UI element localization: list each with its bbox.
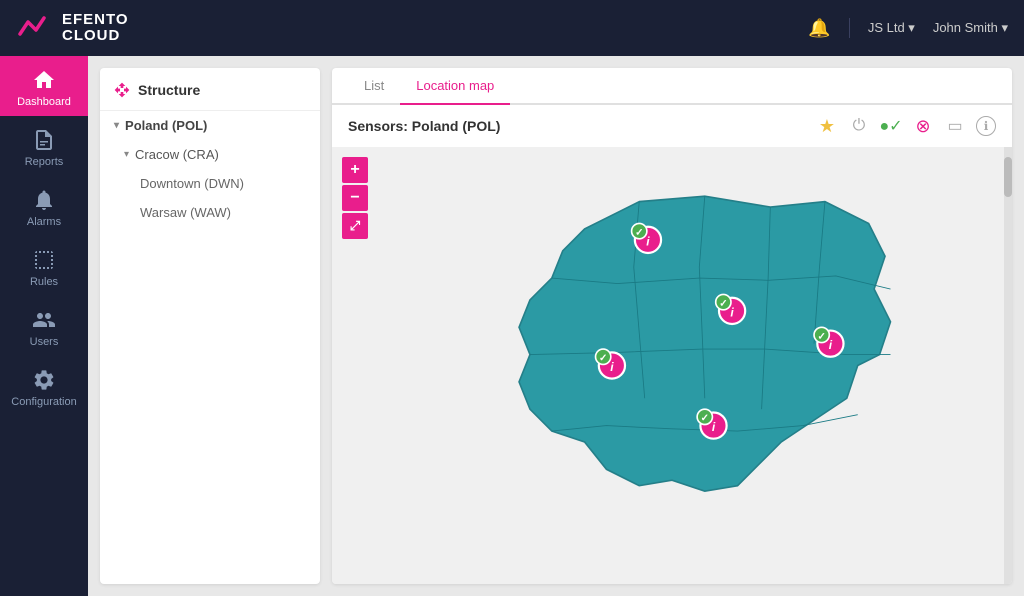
tree-item-downtown[interactable]: Downtown (DWN) — [100, 169, 320, 198]
sidebar-item-alarms[interactable]: Alarms — [0, 176, 88, 236]
map-toolbar: Sensors: Poland (POL) ★ ⏻ ●✓ ⊗ ▭ ℹ — [332, 105, 1012, 147]
structure-header: Structure — [100, 82, 320, 111]
nav-divider — [849, 18, 850, 38]
sidebar-label-dashboard: Dashboard — [17, 96, 71, 108]
config-icon — [32, 368, 56, 392]
home-icon — [32, 68, 56, 92]
power-icon[interactable]: ⏻ — [848, 115, 870, 137]
sidebar-item-reports[interactable]: Reports — [0, 116, 88, 176]
scroll-track[interactable] — [1004, 147, 1012, 584]
svg-text:✓: ✓ — [818, 331, 826, 342]
zoom-in-button[interactable]: + — [342, 157, 368, 183]
tree-label-cracow: Cracow (CRA) — [135, 147, 219, 162]
map-title: Sensors: Poland (POL) — [348, 118, 500, 134]
map-controls: + − ⤢ — [342, 157, 368, 239]
sidebar-label-users: Users — [30, 336, 59, 348]
zoom-reset-button[interactable]: ⤢ — [342, 213, 368, 239]
svg-text:✓: ✓ — [599, 353, 607, 364]
sidebar-item-configuration[interactable]: Configuration — [0, 356, 88, 416]
map-container[interactable]: + − ⤢ — [332, 147, 1012, 584]
sidebar-label-configuration: Configuration — [11, 396, 76, 408]
mobile-icon[interactable]: ▭ — [944, 115, 966, 137]
chevron-down-icon: ▾ — [114, 120, 119, 131]
tree-label-poland: Poland (POL) — [125, 118, 207, 133]
notification-bell[interactable]: 🔔 — [808, 18, 830, 39]
tab-location-map[interactable]: Location map — [400, 68, 510, 105]
map-panel: List Location map Sensors: Poland (POL) … — [332, 68, 1012, 584]
scroll-thumb[interactable] — [1004, 157, 1012, 197]
svg-text:✓: ✓ — [719, 299, 727, 310]
brand-logo — [16, 10, 52, 46]
tab-list[interactable]: List — [348, 68, 400, 105]
svg-text:✓: ✓ — [701, 413, 709, 424]
tree-label-warsaw: Warsaw (WAW) — [140, 205, 231, 220]
users-icon — [32, 308, 56, 332]
star-icon[interactable]: ★ — [816, 115, 838, 137]
org-selector[interactable]: JS Ltd ▾ — [868, 20, 915, 36]
tabs-bar: List Location map — [332, 68, 1012, 105]
structure-title: Structure — [138, 82, 200, 98]
sidebar: Dashboard Reports Alarms Rules — [0, 56, 88, 596]
svg-text:✓: ✓ — [635, 227, 643, 238]
info-icon[interactable]: ℹ — [976, 116, 996, 136]
check-circle-icon[interactable]: ●✓ — [880, 115, 902, 137]
brand: EFENTO CLOUD — [16, 10, 129, 46]
zoom-out-button[interactable]: − — [342, 185, 368, 211]
alarm-icon — [32, 188, 56, 212]
brand-text: EFENTO CLOUD — [62, 12, 129, 45]
sidebar-label-reports: Reports — [25, 156, 64, 168]
tree-item-poland[interactable]: ▾ Poland (POL) — [100, 111, 320, 140]
user-menu[interactable]: John Smith ▾ — [933, 20, 1008, 36]
tree-item-cracow[interactable]: ▾ Cracow (CRA) — [100, 140, 320, 169]
sidebar-item-users[interactable]: Users — [0, 296, 88, 356]
navbar: EFENTO CLOUD 🔔 JS Ltd ▾ John Smith ▾ — [0, 0, 1024, 56]
poland-map-svg: i ✓ i ✓ — [332, 147, 1012, 584]
chevron-down-icon-2: ▾ — [124, 149, 129, 160]
content-inner: Structure ▾ Poland (POL) ▾ Cracow (CRA) … — [100, 68, 1012, 584]
content-area: Structure ▾ Poland (POL) ▾ Cracow (CRA) … — [88, 56, 1024, 596]
navbar-right: 🔔 JS Ltd ▾ John Smith ▾ — [808, 18, 1008, 39]
x-circle-icon[interactable]: ⊗ — [912, 115, 934, 137]
sidebar-label-alarms: Alarms — [27, 216, 61, 228]
sidebar-item-dashboard[interactable]: Dashboard — [0, 56, 88, 116]
tree-item-warsaw[interactable]: Warsaw (WAW) — [100, 198, 320, 227]
sidebar-item-rules[interactable]: Rules — [0, 236, 88, 296]
tree-label-downtown: Downtown (DWN) — [140, 176, 244, 191]
map-action-icons: ★ ⏻ ●✓ ⊗ ▭ ℹ — [816, 115, 996, 137]
sidebar-label-rules: Rules — [30, 276, 58, 288]
rules-icon — [32, 248, 56, 272]
reports-icon — [32, 128, 56, 152]
main-layout: Dashboard Reports Alarms Rules — [0, 56, 1024, 596]
structure-panel: Structure ▾ Poland (POL) ▾ Cracow (CRA) … — [100, 68, 320, 584]
structure-icon — [114, 82, 130, 98]
